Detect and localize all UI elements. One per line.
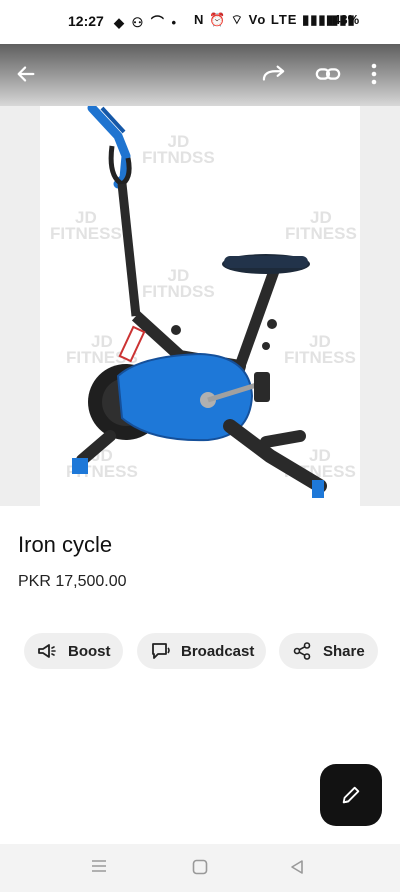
forward-icon: [262, 65, 285, 81]
broadcast-label: Broadcast: [181, 642, 255, 660]
broadcast-icon: [151, 642, 173, 660]
system-nav-bar: [0, 844, 400, 892]
boost-button[interactable]: Boost: [24, 633, 123, 669]
back-nav-button[interactable]: [289, 858, 309, 878]
recents-button[interactable]: [90, 858, 110, 878]
pencil-icon: [342, 786, 360, 804]
back-button[interactable]: [10, 58, 42, 90]
megaphone-icon: [38, 642, 60, 660]
exercise-bike-image: [72, 106, 327, 498]
back-arrow-icon: [17, 66, 35, 82]
top-app-bar: [0, 44, 400, 106]
home-button[interactable]: [191, 858, 211, 878]
triangle-back-icon: [291, 860, 303, 874]
more-options-button[interactable]: [358, 58, 390, 90]
more-vert-icon: [371, 63, 377, 85]
edit-fab-button[interactable]: [320, 764, 382, 826]
status-bar: 12:27 ◆ ⚇ ⌒ • N ⏰ ⌔ Vo LTE ▮▮▮ ▮▮▮ ▮43%: [0, 0, 400, 44]
broadcast-button[interactable]: Broadcast: [137, 633, 266, 669]
status-time: 12:27: [68, 13, 104, 29]
product-photo[interactable]: JD FITNDSS JD FITNESS JD FITNESS JD FITNDSS …: [40, 106, 360, 506]
product-title: Iron cycle: [18, 532, 113, 557]
menu-lines-icon: [92, 860, 106, 872]
boost-label: Boost: [68, 642, 111, 660]
product-price: PKR 17,500.00: [18, 573, 127, 590]
link-icon: [315, 68, 341, 80]
share-label: Share: [323, 642, 365, 660]
share-button[interactable]: Share: [279, 633, 378, 669]
share-icon: [293, 642, 315, 660]
square-icon: [192, 859, 208, 875]
copy-link-button[interactable]: [312, 58, 344, 90]
battery-level: ▮43%: [326, 12, 360, 27]
notification-icons: ◆ ⚇ ⌒ •: [114, 15, 179, 30]
forward-button[interactable]: [258, 58, 290, 90]
